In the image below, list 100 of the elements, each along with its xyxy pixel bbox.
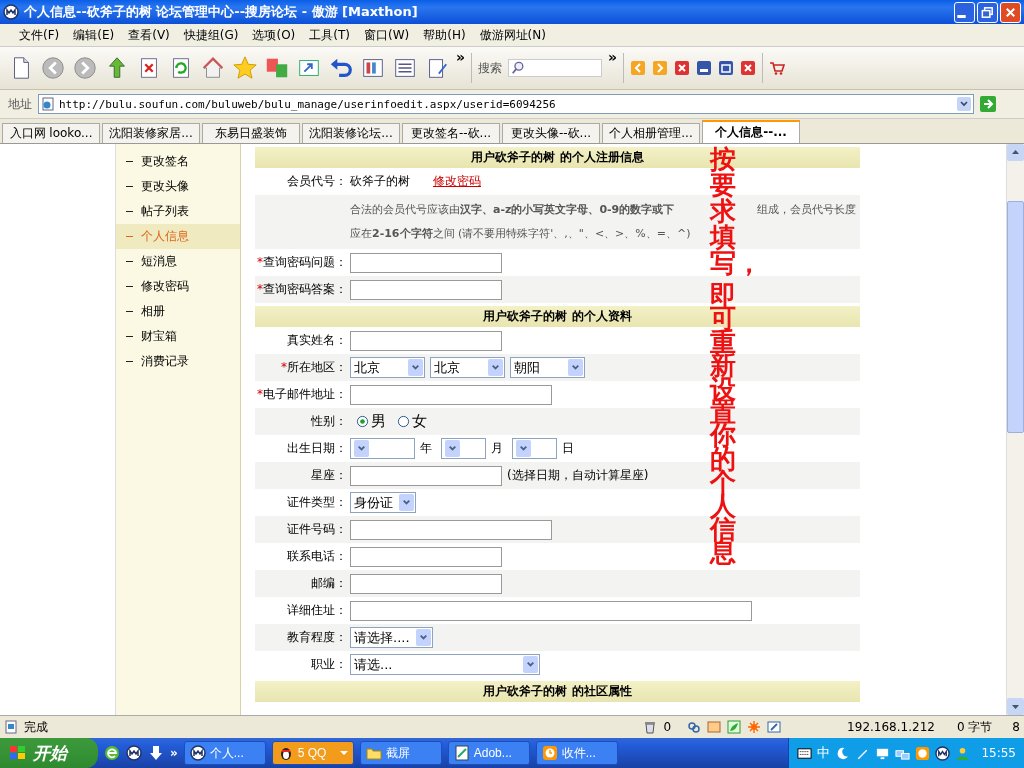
star-icon[interactable]	[232, 55, 258, 81]
image-icon[interactable]	[707, 720, 722, 734]
sidebar-label: 相册	[141, 303, 165, 320]
menu-item[interactable]: 文件(F)	[12, 26, 67, 44]
ip-address: 192.168.1.212	[847, 720, 935, 734]
unit-label: 年	[420, 440, 432, 457]
sidebar-item[interactable]: 修改密码	[116, 274, 240, 299]
field-label: 查询密码问题：	[263, 255, 347, 269]
sun-icon[interactable]	[747, 720, 762, 734]
maxthon-icon[interactable]	[935, 745, 951, 761]
select-field[interactable]	[441, 438, 486, 459]
restore-button[interactable]	[977, 1, 998, 23]
browser-tab[interactable]: 更改头像--砍...	[502, 123, 600, 143]
minimize-button[interactable]	[954, 1, 975, 23]
address-field[interactable]: http://bulu.soufun.com/buluweb/bulu_manage/userinfoedit.aspx/userid=6094256	[38, 94, 974, 114]
input-field[interactable]	[350, 573, 502, 594]
select-field[interactable]: 请选...	[350, 654, 540, 675]
menu-item[interactable]: 窗口(W)	[357, 26, 417, 44]
input-field[interactable]	[350, 519, 552, 540]
sidebar-item[interactable]: 消费记录	[116, 349, 240, 374]
browser-tab[interactable]: 沈阳装修论坛...	[302, 123, 400, 143]
sidebar-label: 消费记录	[141, 353, 189, 370]
dropdown-button[interactable]	[957, 97, 971, 111]
section-title: 用户砍斧子的树 的社区属性	[483, 683, 632, 700]
select-field[interactable]	[512, 438, 557, 459]
menu-item[interactable]: 查看(V)	[121, 26, 177, 44]
browser-tab[interactable]: 沈阳装修家居...	[102, 123, 200, 143]
browser-tab[interactable]: 入口网 looko...	[2, 123, 100, 143]
input-field[interactable]	[350, 546, 502, 567]
download-icon[interactable]	[148, 745, 164, 761]
restore-icon[interactable]	[718, 60, 735, 76]
sidebar-item[interactable]: 更改头像	[116, 174, 240, 199]
back-icon[interactable]	[40, 55, 66, 81]
input-field[interactable]	[350, 279, 502, 300]
browser-tab[interactable]: 个人相册管理...	[602, 123, 700, 143]
taskbar-button[interactable]: 收件...	[535, 741, 618, 765]
input-field[interactable]	[350, 252, 502, 273]
close-button[interactable]	[1000, 1, 1021, 23]
input-field[interactable]	[350, 465, 502, 486]
more-chevron[interactable]: »	[608, 49, 618, 65]
taskbar-button[interactable]: 个人...	[183, 741, 266, 765]
sidebar-item[interactable]: 财宝箱	[116, 324, 240, 349]
menu-item[interactable]: 快捷组(G)	[176, 26, 246, 44]
page-icon	[4, 720, 18, 734]
link-icon[interactable]	[687, 720, 702, 734]
start-button[interactable]: 开始	[0, 738, 98, 768]
minimize-icon	[957, 14, 966, 18]
bullet-icon	[126, 235, 133, 238]
menu-item[interactable]: 编辑(E)	[66, 26, 122, 44]
select-field[interactable]	[350, 438, 415, 459]
scrollbar[interactable]	[1006, 144, 1024, 715]
input-field[interactable]	[350, 384, 552, 405]
sidebar-item[interactable]: 相册	[116, 299, 240, 324]
edit-icon[interactable]	[767, 720, 782, 734]
maxthon-icon[interactable]	[126, 745, 142, 761]
more-chevron[interactable]: »	[456, 49, 466, 65]
sidebar-item[interactable]: 更改签名	[116, 149, 240, 174]
radio-button[interactable]: 女	[397, 412, 427, 431]
cart-icon[interactable]	[769, 60, 786, 76]
more-chevron[interactable]: »	[170, 746, 178, 760]
menu-item[interactable]: 工具(T)	[302, 26, 357, 44]
sidebar-item[interactable]: 短消息	[116, 249, 240, 274]
menu-item[interactable]: 傲游网址(N)	[472, 26, 553, 44]
select-field[interactable]: 朝阳	[510, 357, 585, 378]
select-field[interactable]: 北京	[430, 357, 505, 378]
input-field[interactable]	[350, 600, 752, 621]
previous-tab-icon[interactable]	[630, 60, 647, 76]
menu-item[interactable]: 帮助(H)	[416, 26, 473, 44]
leaf-icon[interactable]	[727, 720, 742, 734]
scroll-up-icon[interactable]	[1007, 144, 1024, 161]
forward-icon[interactable]	[72, 55, 98, 81]
rule-text: 应在2-16个字符之间 (请不要用特殊字符'、,、"、<、>、%、=、^)	[350, 226, 691, 242]
radio-button[interactable]: 男	[356, 412, 386, 431]
status-count: 0	[663, 720, 672, 734]
select-field[interactable]: 身份证	[350, 492, 416, 513]
field-label: 性别：	[311, 414, 347, 428]
change-password-link[interactable]: 修改密码	[433, 173, 481, 190]
browser-tab[interactable]: 个人信息--...	[702, 120, 800, 143]
close-tab-icon[interactable]	[674, 60, 691, 76]
menu-item[interactable]: 选项(O)	[245, 26, 303, 44]
keyboard-icon[interactable]	[797, 745, 813, 761]
trash-icon[interactable]	[643, 720, 658, 734]
next-tab-icon[interactable]	[652, 60, 669, 76]
taskbar-button[interactable]: Adob...	[447, 741, 530, 765]
close-icon[interactable]	[740, 60, 757, 76]
browser-tab[interactable]: 更改签名--砍...	[402, 123, 500, 143]
sidebar-item[interactable]: 帖子列表	[116, 199, 240, 224]
browser-tab[interactable]: 东易日盛装饰	[202, 123, 300, 143]
scroll-down-icon[interactable]	[1007, 698, 1024, 715]
moon-icon[interactable]	[835, 745, 851, 761]
ie-icon[interactable]	[104, 745, 120, 761]
minimize-icon[interactable]	[696, 60, 713, 76]
search-field[interactable]	[508, 59, 603, 77]
input-field[interactable]	[350, 330, 502, 351]
go-button[interactable]	[980, 96, 996, 112]
select-field[interactable]: 北京	[350, 357, 425, 378]
taskbar-button[interactable]: 截屏	[359, 741, 442, 765]
select-field[interactable]: 请选择....	[350, 627, 433, 648]
scroll-thumb[interactable]	[1007, 201, 1024, 433]
home-icon[interactable]	[200, 55, 226, 81]
